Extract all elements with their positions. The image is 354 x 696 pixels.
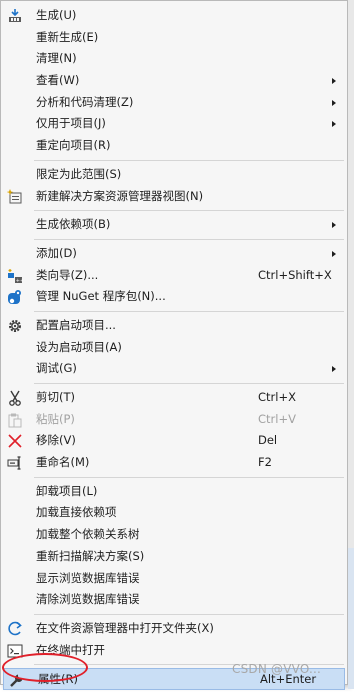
rename-icon: [7, 455, 23, 471]
menu-item-label: 加载直接依赖项: [36, 505, 117, 520]
menu-item-shortcut: Del: [258, 433, 278, 448]
menu-item[interactable]: 剪切(T) Ctrl+X: [2, 387, 346, 409]
menu-item[interactable]: 移除(V) Del: [2, 430, 346, 452]
menu-item[interactable]: 设为启动项目(A): [2, 337, 346, 359]
menu-item[interactable]: 分析和代码清理(Z): [2, 92, 346, 114]
menu-item[interactable]: 加载整个依赖关系树: [2, 524, 346, 546]
menu-item[interactable]: 仅用于项目(J): [2, 113, 346, 135]
menu-item-shortcut: Ctrl+X: [258, 390, 296, 404]
menu-item-label: 限定为此范围(S): [36, 166, 122, 181]
context-menu: 生成(U) 重新生成(E) 清理(N) 查看(W) 分析和代码清理(Z) 仅用于项目(J)…: [0, 0, 348, 690]
menu-item-label: 粘贴(P): [36, 411, 75, 426]
menu-separator: [2, 380, 346, 387]
menu-separator: [2, 207, 346, 214]
menu-item-shortcut: F2: [258, 455, 272, 470]
paste-icon: [7, 412, 23, 428]
submenu-arrow-icon: [332, 121, 336, 128]
svg-text:++: ++: [16, 278, 23, 284]
menu-items: 生成(U) 重新生成(E) 清理(N) 查看(W) 分析和代码清理(Z) 仅用于项目(J)…: [2, 5, 346, 690]
menu-item[interactable]: 清理(N): [2, 48, 346, 70]
menu-item[interactable]: 新建解决方案资源管理器视图(N): [2, 186, 346, 208]
menu-item[interactable]: 配置启动项目...: [2, 315, 346, 337]
watermark: CSDN @VVO...: [232, 662, 322, 676]
submenu-arrow-icon: [332, 222, 336, 229]
menu-item-shortcut: Ctrl+V: [258, 411, 296, 426]
menu-item-label: 仅用于项目(J): [36, 116, 106, 131]
menu-item-label: 类向导(Z)...: [36, 267, 99, 282]
gear-icon: [7, 318, 23, 334]
remove-icon: [7, 433, 23, 449]
menu-item[interactable]: 重命名(M) F2: [2, 452, 346, 474]
submenu-arrow-icon: [332, 366, 336, 373]
menu-item[interactable]: 重定向项目(R): [2, 135, 346, 157]
menu-item-label: 分析和代码清理(Z): [36, 94, 134, 109]
scissors-icon: [7, 390, 23, 406]
menu-item[interactable]: 清除浏览数据库错误: [2, 589, 346, 611]
menu-item[interactable]: 查看(W): [2, 70, 346, 92]
menu-item-label: 剪切(T): [36, 390, 75, 404]
menu-item: 粘贴(P) Ctrl+V: [2, 409, 346, 431]
submenu-arrow-icon: [332, 78, 336, 85]
menu-item-label: 添加(D): [36, 245, 77, 260]
submenu-arrow-icon: [332, 99, 336, 106]
menu-item[interactable]: 限定为此范围(S): [2, 164, 346, 186]
menu-item[interactable]: 显示浏览数据库错误: [2, 568, 346, 590]
menu-item-label: 显示浏览数据库错误: [36, 570, 140, 585]
menu-item-label: 新建解决方案资源管理器视图(N): [36, 188, 204, 203]
new-view-icon: [6, 188, 23, 205]
nuget-icon: [7, 289, 23, 305]
class-wizard-icon: ++: [7, 268, 24, 284]
menu-item[interactable]: 重新生成(E): [2, 27, 346, 49]
menu-item-label: 配置启动项目...: [36, 317, 116, 332]
menu-separator: [2, 157, 346, 164]
menu-item[interactable]: 调试(G): [2, 358, 346, 380]
menu-item-label: 清理(N): [36, 51, 77, 66]
menu-item-label: 清除浏览数据库错误: [36, 592, 140, 607]
menu-item-label: 重定向项目(R): [36, 138, 111, 153]
background-panel: [348, 548, 354, 689]
menu-item-label: 查看(W): [36, 73, 80, 88]
menu-separator: [2, 236, 346, 243]
menu-item[interactable]: 卸载项目(L): [2, 481, 346, 503]
menu-item[interactable]: 加载直接依赖项: [2, 502, 346, 524]
menu-item[interactable]: 管理 NuGet 程序包(N)...: [2, 286, 346, 308]
menu-item-label: 卸载项目(L): [36, 483, 98, 498]
menu-separator: [2, 611, 346, 618]
menu-separator: [2, 474, 346, 481]
menu-item[interactable]: 添加(D): [2, 243, 346, 265]
menu-item[interactable]: 生成依赖项(B): [2, 214, 346, 236]
menu-item-label: 加载整个依赖关系树: [36, 527, 140, 542]
annotation-ellipse: [2, 653, 88, 682]
menu-item[interactable]: 重新扫描解决方案(S): [2, 546, 346, 568]
menu-item[interactable]: 生成(U): [2, 5, 346, 27]
menu-item-label: 生成(U): [36, 8, 77, 22]
menu-item-label: 移除(V): [36, 433, 76, 448]
open-folder-icon: [7, 621, 23, 637]
menu-item[interactable]: 在文件资源管理器中打开文件夹(X): [2, 618, 346, 640]
menu-item-label: 管理 NuGet 程序包(N)...: [36, 289, 166, 304]
menu-item-label: 调试(G): [36, 361, 77, 376]
background-edge: [348, 0, 354, 689]
menu-item-label: 重新生成(E): [36, 29, 99, 44]
menu-item-shortcut: Ctrl+Shift+X: [258, 267, 332, 282]
submenu-arrow-icon: [332, 250, 336, 257]
menu-item-label: 重新扫描解决方案(S): [36, 548, 145, 563]
menu-item-label: 在文件资源管理器中打开文件夹(X): [36, 620, 214, 635]
build-icon: [7, 8, 23, 24]
menu-item-label: 重命名(M): [36, 455, 90, 470]
menu-item[interactable]: ++ 类向导(Z)... Ctrl+Shift+X: [2, 265, 346, 287]
menu-item-label: 生成依赖项(B): [36, 217, 111, 232]
menu-separator: [2, 308, 346, 315]
menu-item-label: 设为启动项目(A): [36, 339, 122, 354]
